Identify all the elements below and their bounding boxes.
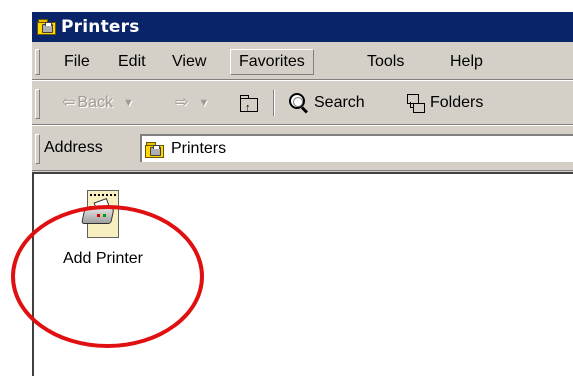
toolbar-grip[interactable] [35,89,40,119]
forward-dropdown-icon[interactable]: ▼ [198,91,209,115]
menu-bar: File Edit View Favorites Tools Help [32,43,573,81]
address-input[interactable]: Printers [140,134,573,162]
back-button[interactable]: ⇦ Back ▼ [62,91,136,115]
search-label: Search [314,94,365,111]
address-value: Printers [171,140,227,157]
toolbar-separator [273,90,275,116]
menu-file[interactable]: File [56,51,98,73]
highlight-circle-annotation [11,205,204,348]
menu-file-label: File [64,53,90,70]
search-icon [288,92,310,114]
menu-help[interactable]: Help [442,51,491,73]
back-label: Back [77,94,113,111]
printers-folder-icon [145,141,164,158]
menu-favorites-label: Favorites [239,53,305,70]
back-arrow-icon: ⇦ [62,94,76,111]
menu-tools[interactable]: Tools [359,51,412,73]
up-button[interactable]: ↑ [240,91,258,115]
menu-view[interactable]: View [164,51,214,73]
menu-tools-label: Tools [367,53,405,70]
window-title: Printers [61,17,140,37]
folders-button[interactable]: Folders [406,91,483,115]
menu-edit-label: Edit [118,53,146,70]
menu-help-label: Help [450,53,483,70]
addressbar-grip[interactable] [35,134,40,164]
address-bar: Address Printers [32,126,573,171]
folders-tree-icon [406,93,426,113]
standard-toolbar: ⇦ Back ▼ ⇨ ▼ ↑ Search Folders [32,81,573,126]
forward-arrow-icon: ⇨ [175,94,189,111]
up-folder-icon: ↑ [240,94,258,113]
title-bar[interactable]: Printers [32,12,573,42]
menu-favorites[interactable]: Favorites [230,49,314,75]
search-button[interactable]: Search [288,91,365,115]
forward-button[interactable]: ⇨ ▼ [175,91,211,115]
menu-edit[interactable]: Edit [110,51,154,73]
folders-label: Folders [430,94,484,111]
back-dropdown-icon[interactable]: ▼ [123,91,134,115]
printers-folder-icon [37,19,56,35]
menu-view-label: View [172,53,207,70]
address-label: Address [44,139,103,156]
menubar-grip[interactable] [35,49,40,75]
